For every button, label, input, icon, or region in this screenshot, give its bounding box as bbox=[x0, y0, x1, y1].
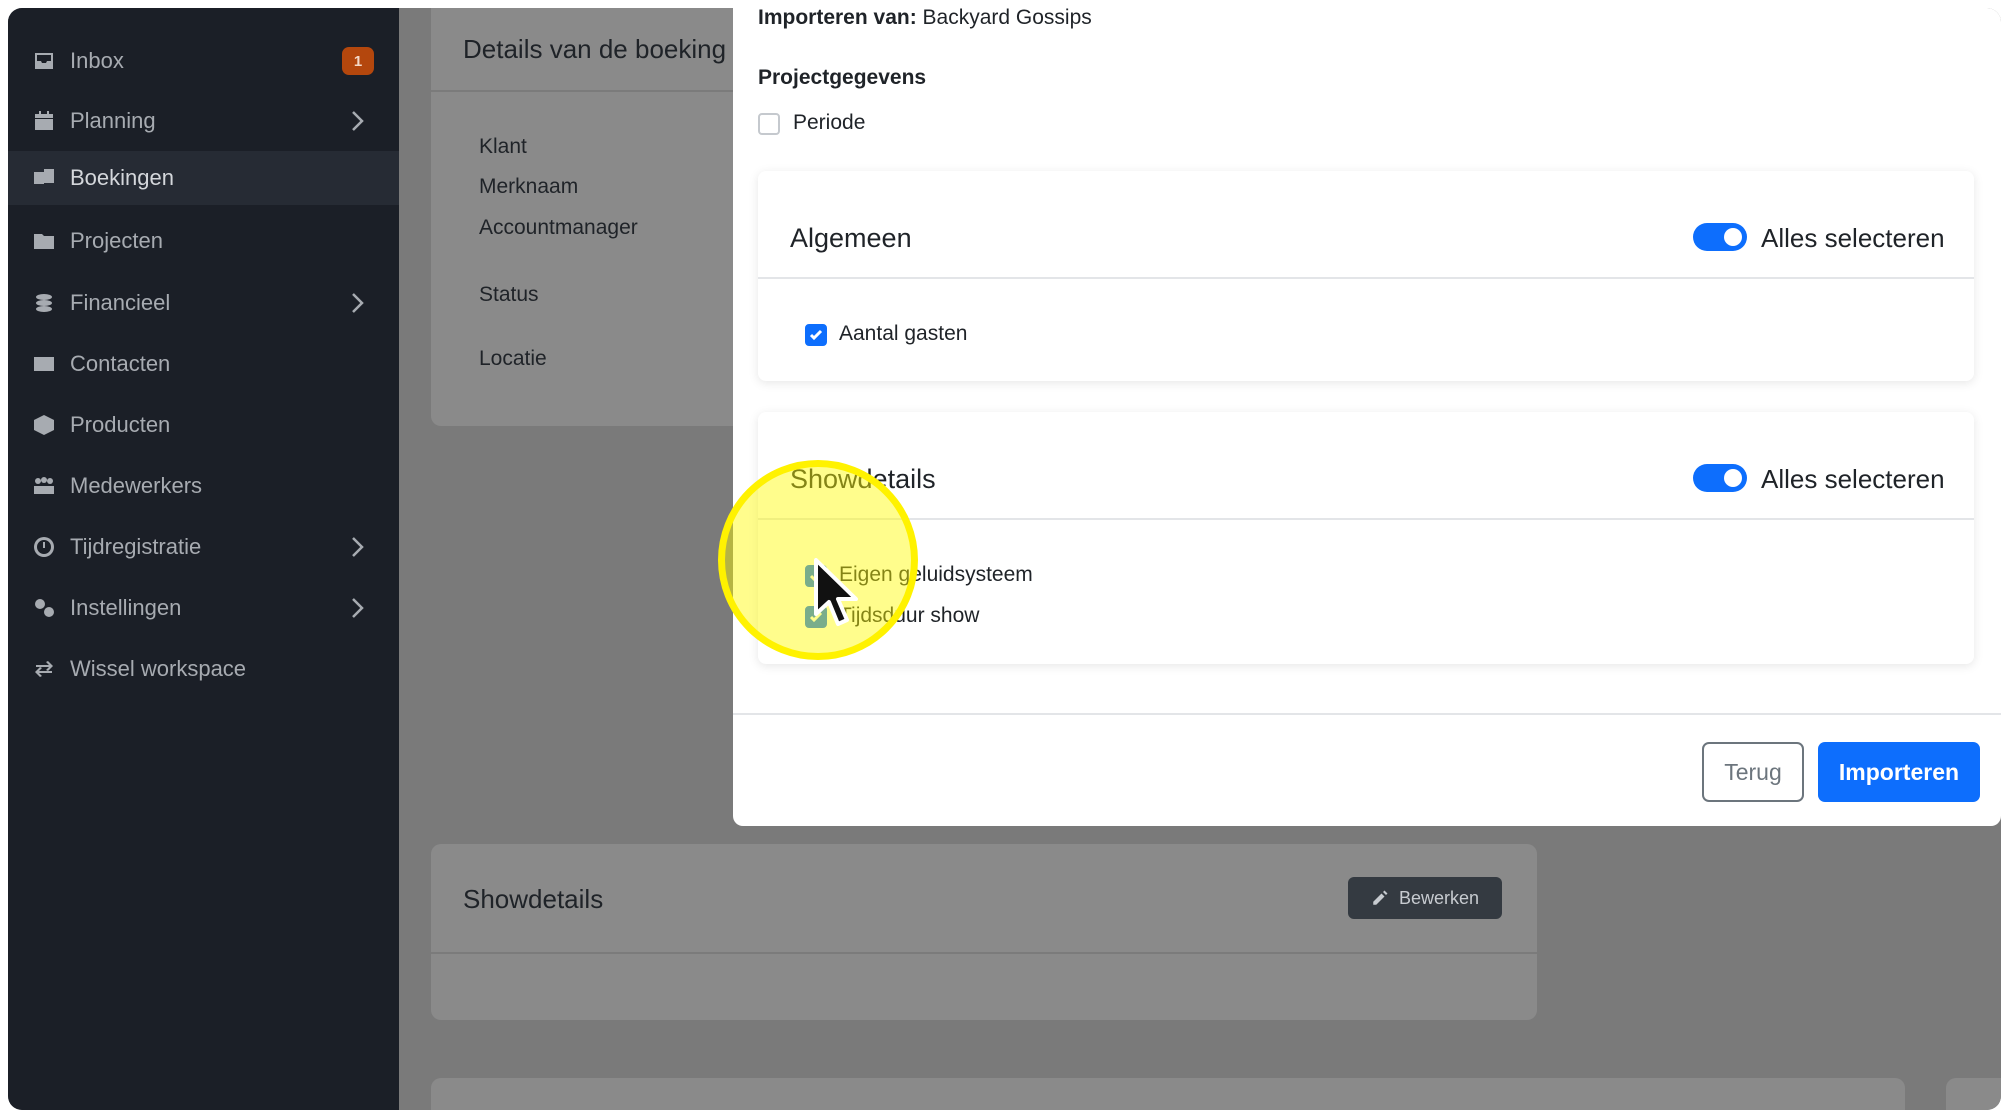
option-label: Aantal gasten bbox=[839, 322, 968, 345]
sidebar-item-label: Producten bbox=[70, 412, 171, 437]
select-all-label: Alles selecteren bbox=[1761, 223, 1945, 253]
sidebar-item-label: Instellingen bbox=[70, 595, 182, 620]
bookings-icon bbox=[30, 164, 58, 192]
select-all-label: Alles selecteren bbox=[1761, 464, 1945, 494]
option-checkbox-aantal-gasten[interactable] bbox=[805, 324, 827, 346]
sidebar-item-tijdregistratie[interactable]: Tijdregistratie bbox=[8, 521, 399, 573]
gears-icon bbox=[30, 594, 58, 622]
bottom-card-right bbox=[1946, 1078, 2001, 1110]
sidebar-item-contacten[interactable]: Contacten bbox=[8, 338, 399, 390]
project-heading: Projectgegevens bbox=[758, 66, 927, 89]
people-icon bbox=[30, 472, 58, 500]
sidebar-item-boekingen[interactable]: Boekingen bbox=[8, 151, 399, 205]
app-window: Inbox 1 Planning Boekingen Projecten Fin… bbox=[8, 8, 2001, 1110]
box-icon bbox=[30, 411, 58, 439]
sidebar-item-label: Wissel workspace bbox=[70, 656, 247, 681]
sidebar-item-financieel[interactable]: Financieel bbox=[8, 277, 399, 329]
field-label-merknaam: Merknaam bbox=[479, 175, 579, 198]
period-checkbox[interactable] bbox=[758, 113, 780, 135]
import-modal: Importeren van: Backyard Gossips Project… bbox=[733, 8, 2001, 826]
card-divider bbox=[431, 90, 761, 92]
showdetails-card: Showdetails Bewerken bbox=[431, 844, 1537, 1020]
switch-icon bbox=[30, 655, 58, 683]
field-label-locatie: Locatie bbox=[479, 347, 547, 370]
sidebar-item-label: Tijdregistratie bbox=[70, 534, 202, 559]
toggle-knob bbox=[1724, 469, 1742, 487]
sidebar-item-projecten[interactable]: Projecten bbox=[8, 215, 399, 267]
section-divider bbox=[758, 277, 1974, 279]
sidebar-item-label: Medewerkers bbox=[70, 473, 203, 498]
mouse-cursor-icon bbox=[814, 558, 858, 626]
sidebar-item-label: Projecten bbox=[70, 228, 163, 253]
coins-icon bbox=[30, 289, 58, 317]
section-title: Algemeen bbox=[790, 223, 912, 253]
period-label: Periode bbox=[793, 111, 866, 134]
select-all-toggle-showdetails[interactable] bbox=[1693, 464, 1747, 492]
sidebar-item-instellingen[interactable]: Instellingen bbox=[8, 582, 399, 634]
chevron-right-icon bbox=[348, 289, 368, 317]
calendar-icon bbox=[30, 107, 58, 135]
booking-details-card: Details van de boeking Klant Merknaam Ac… bbox=[431, 8, 761, 426]
sidebar-item-inbox[interactable]: Inbox 1 bbox=[8, 35, 399, 87]
card-title: Showdetails bbox=[463, 884, 604, 914]
import-source: Importeren van: Backyard Gossips bbox=[758, 8, 1092, 30]
sidebar: Inbox 1 Planning Boekingen Projecten Fin… bbox=[8, 8, 399, 1110]
select-all-toggle-algemeen[interactable] bbox=[1693, 223, 1747, 251]
import-from-label: Importeren van: bbox=[758, 8, 917, 29]
pencil-icon bbox=[1373, 890, 1388, 905]
field-label-status: Status bbox=[479, 283, 539, 306]
inbox-count-badge: 1 bbox=[342, 47, 374, 75]
chevron-right-icon bbox=[348, 107, 368, 135]
sidebar-item-label: Contacten bbox=[70, 351, 171, 376]
sidebar-item-producten[interactable]: Producten bbox=[8, 399, 399, 451]
inbox-icon bbox=[30, 47, 58, 75]
sidebar-item-wissel-workspace[interactable]: Wissel workspace bbox=[8, 643, 399, 695]
toggle-knob bbox=[1724, 228, 1742, 246]
card-title: Details van de boeking bbox=[463, 34, 727, 64]
section-divider bbox=[758, 518, 1974, 520]
contact-card-icon bbox=[30, 350, 58, 378]
chevron-right-icon bbox=[348, 533, 368, 561]
modal-footer-divider bbox=[733, 713, 2001, 715]
sidebar-item-planning[interactable]: Planning bbox=[8, 95, 399, 147]
sidebar-item-label: Financieel bbox=[70, 290, 171, 315]
import-button[interactable]: Importeren bbox=[1818, 742, 1980, 802]
edit-button-label: Bewerken bbox=[1398, 887, 1480, 908]
chevron-right-icon bbox=[348, 594, 368, 622]
sidebar-item-label: Boekingen bbox=[70, 165, 174, 190]
back-button[interactable]: Terug bbox=[1702, 742, 1804, 802]
section-showdetails: Showdetails Alles selecteren Eigen gelui… bbox=[758, 412, 1974, 664]
field-label-accountmanager: Accountmanager bbox=[479, 216, 638, 239]
sidebar-item-label: Inbox bbox=[70, 48, 124, 73]
check-icon bbox=[809, 329, 823, 341]
section-algemeen: Algemeen Alles selecteren Aantal gasten bbox=[758, 171, 1974, 381]
folder-icon bbox=[30, 227, 58, 255]
import-from-value: Backyard Gossips bbox=[922, 8, 1092, 29]
sidebar-item-label: Planning bbox=[70, 108, 156, 133]
clock-icon bbox=[30, 533, 58, 561]
sidebar-item-medewerkers[interactable]: Medewerkers bbox=[8, 460, 399, 512]
edit-button[interactable]: Bewerken bbox=[1348, 877, 1502, 919]
card-divider bbox=[431, 952, 1537, 954]
field-label-klant: Klant bbox=[479, 135, 527, 158]
bottom-card bbox=[431, 1078, 1905, 1110]
